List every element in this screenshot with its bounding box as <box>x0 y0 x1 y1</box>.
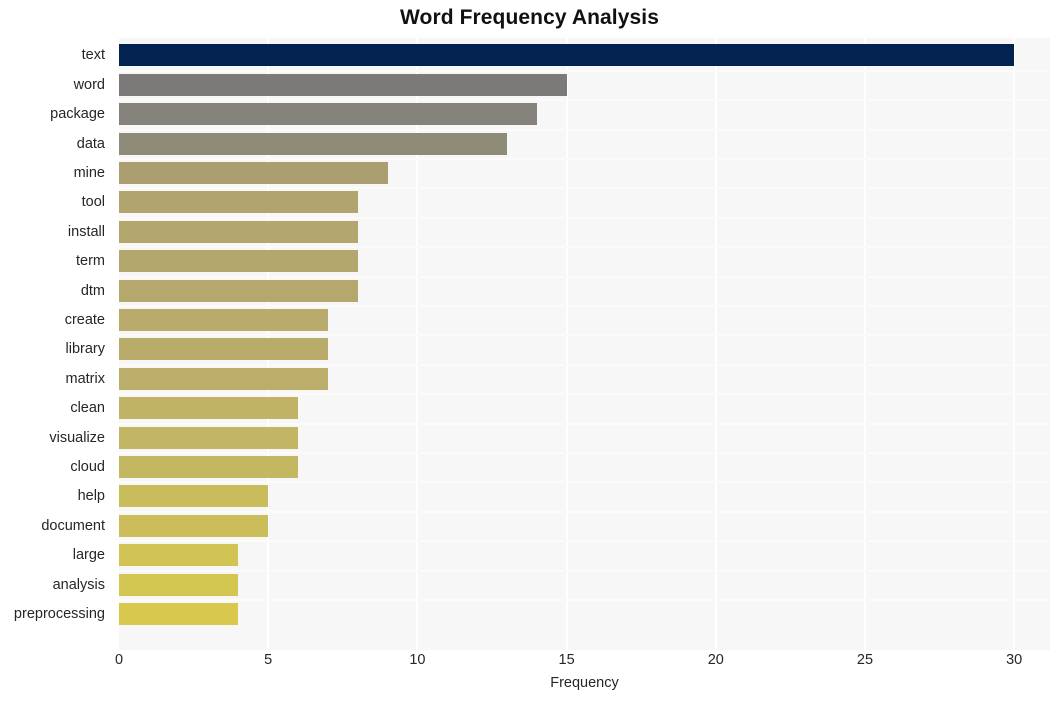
y-axis-tick-label: clean <box>70 400 105 417</box>
y-axis-tick-label: dtm <box>80 282 105 299</box>
y-axis-tick-label: create <box>64 311 105 328</box>
bar <box>119 308 328 331</box>
x-axis-tick-labels: 0 5 10 15 20 25 30 <box>115 652 1050 674</box>
y-axis-tick-label: mine <box>73 164 105 181</box>
y-axis-tick-label: document <box>41 517 105 534</box>
y-axis-tick-label: visualize <box>49 429 105 446</box>
bar <box>119 544 239 567</box>
y-axis-tick-label: term <box>76 253 105 270</box>
y-axis-tick-label: data <box>76 135 105 152</box>
y-axis-tick-label: help <box>77 488 105 505</box>
x-axis-tick-label: 30 <box>1006 652 1023 668</box>
y-axis-tick-label: preprocessing <box>13 605 105 622</box>
bar <box>119 485 269 508</box>
y-axis-tick-labels: text word package data mine tool install term dt… <box>0 38 112 650</box>
y-axis-tick-label: tool <box>81 194 105 211</box>
bar <box>119 103 537 126</box>
x-axis-tick-label: 5 <box>264 652 273 668</box>
y-axis-tick-label: analysis <box>52 576 105 593</box>
y-axis-tick-label: cloud <box>70 458 105 475</box>
bar <box>119 573 239 596</box>
bar <box>119 602 239 625</box>
bar <box>119 514 269 537</box>
bar <box>119 367 328 390</box>
bar <box>119 426 299 449</box>
x-axis-tick-label: 10 <box>409 652 426 668</box>
bar <box>119 132 507 155</box>
bar <box>119 455 299 478</box>
plot-area <box>119 38 1050 650</box>
y-axis-tick-label: install <box>67 223 105 240</box>
x-axis-tick-label: 25 <box>856 652 874 668</box>
y-axis-tick-label: package <box>50 106 105 123</box>
y-axis-tick-label: text <box>81 47 105 64</box>
bar <box>119 220 358 243</box>
x-axis-label: Frequency <box>550 675 619 691</box>
page-title: Word Frequency Analysis <box>399 6 660 29</box>
bar-series <box>119 38 1050 650</box>
bar <box>119 44 1015 67</box>
chart-figure: Word Frequency Analysis text word package d… <box>0 0 1059 701</box>
x-axis-tick-label: 15 <box>558 652 575 668</box>
bar <box>119 161 388 184</box>
y-axis-tick-label: word <box>73 76 105 93</box>
x-axis-tick-label: 20 <box>707 652 724 668</box>
bar <box>119 191 358 214</box>
y-axis-tick-label: library <box>65 341 105 358</box>
bar <box>119 279 358 302</box>
bar <box>119 73 567 96</box>
x-axis-tick-label: 0 <box>114 652 124 668</box>
bar <box>119 338 328 361</box>
bar <box>119 397 299 420</box>
y-axis-tick-label: large <box>72 547 105 564</box>
y-axis-tick-label: matrix <box>65 370 105 387</box>
bar <box>119 250 358 273</box>
